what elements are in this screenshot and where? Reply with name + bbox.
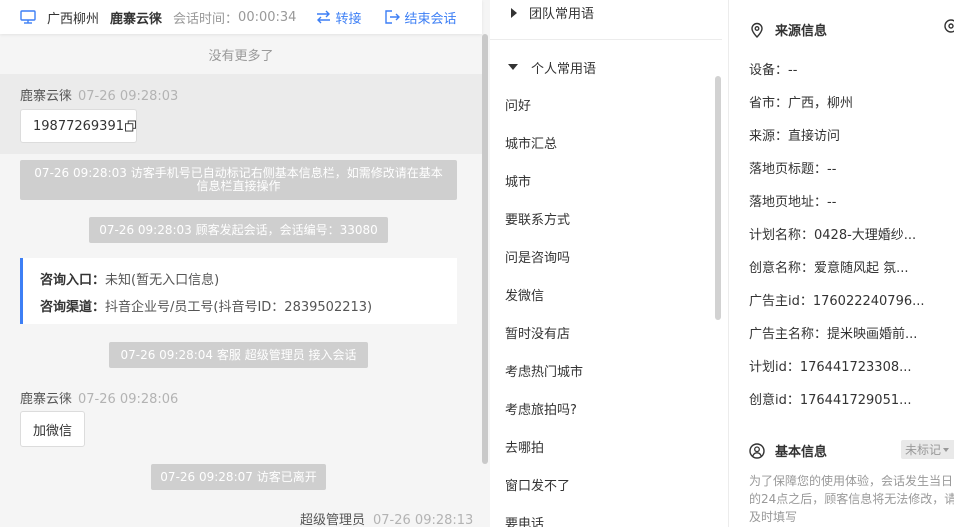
phrase-item[interactable]: 暂时没有店	[505, 323, 570, 342]
phrases-panel: 团队常用语 个人常用语 问好 城市汇总 城市 要联系方式 问是咨询吗 发微信 暂…	[490, 0, 728, 527]
basic-info-note: 为了保障您的使用体验，会话发生当日的24点之后，顾客信息将无法修改，请及时填写	[749, 474, 954, 524]
no-more-messages: 没有更多了	[208, 49, 274, 64]
source-info-title: 来源信息	[775, 24, 828, 39]
source-field: 计划名称：0428-大理婚纱...	[749, 228, 917, 243]
visitor-info-panel: 来源信息 设备：-- 省市：广西，柳州 来源：直接访问 落地页标题：-- 落地页…	[729, 0, 954, 527]
message-time: 07-26 09:28:13	[373, 513, 474, 527]
phrase-item[interactable]: 考虑旅拍吗?	[505, 399, 577, 418]
phrase-item[interactable]: 问是咨询吗	[505, 247, 570, 266]
session-time-value: 00:00:34	[238, 9, 297, 25]
transfer-icon	[317, 10, 331, 24]
sender-name: 鹿寨云徕	[20, 89, 73, 104]
message-time: 07-26 09:28:06	[78, 392, 179, 407]
message-text: 加微信	[33, 423, 73, 439]
system-message: 07-26 09:28:07 访客已离开	[151, 464, 326, 490]
system-message: 07-26 09:28:03 访客手机号已自动标记右侧基本信息栏，如需修改请在基…	[20, 160, 457, 200]
source-field: 创意id：176441729051...	[749, 393, 912, 408]
consult-entry-value: 未知(暂无入口信息)	[105, 273, 220, 288]
phrase-item[interactable]: 发微信	[505, 285, 544, 304]
source-info-header: 来源信息	[749, 20, 827, 39]
phrase-item[interactable]: 窗口发不了	[505, 475, 570, 494]
chat-panel: 广西柳州 鹿寨云徕 会话时间： 00:00:34 转接 结束会话 没有更多了 鹿…	[0, 0, 490, 527]
monitor-icon	[20, 10, 36, 24]
visitor-location: 广西柳州	[47, 11, 100, 27]
basic-info-header: 基本信息	[749, 441, 827, 460]
message-sender: 鹿寨云徕 07-26 09:28:03	[20, 85, 178, 104]
consult-channel-label: 咨询渠道：	[40, 300, 106, 315]
phrase-item[interactable]: 城市	[505, 171, 531, 190]
source-field: 广告主id：176022240796...	[749, 294, 925, 309]
source-field: 落地页标题：--	[749, 162, 837, 177]
message-sender: 鹿寨云徕 07-26 09:28:06	[20, 388, 178, 407]
phrase-item[interactable]: 城市汇总	[505, 133, 557, 152]
system-message: 07-26 09:28:03 顾客发起会话，会话编号：33080	[89, 217, 388, 243]
source-field: 来源：直接访问	[749, 129, 841, 144]
personal-phrases-group[interactable]: 个人常用语	[490, 54, 722, 80]
team-phrases-label: 团队常用语	[529, 7, 595, 22]
chat-scrollbar[interactable]	[482, 34, 488, 464]
basic-info-title: 基本信息	[775, 445, 828, 460]
location-pin-icon	[751, 22, 763, 38]
session-time-label: 会话时间：	[173, 11, 239, 27]
chevron-down-icon	[943, 447, 950, 452]
end-session-label: 结束会话	[404, 11, 457, 27]
phrase-item[interactable]: 要联系方式	[505, 209, 570, 228]
transfer-button[interactable]: 转接	[316, 8, 361, 27]
chat-console: 广西柳州 鹿寨云徕 会话时间： 00:00:34 转接 结束会话 没有更多了 鹿…	[0, 0, 954, 527]
caret-down-icon	[508, 64, 518, 70]
phrases-scrollbar[interactable]	[715, 76, 721, 320]
copy-icon[interactable]	[124, 120, 136, 132]
sender-name: 鹿寨云徕	[20, 392, 73, 407]
chat-header: 广西柳州 鹿寨云徕 会话时间： 00:00:34 转接 结束会话	[0, 0, 482, 34]
phrase-item[interactable]: 要电话	[505, 513, 544, 527]
caret-right-icon	[511, 7, 517, 18]
phone-message-bubble[interactable]: 19877269391	[20, 109, 137, 143]
tag-select[interactable]: 未标记	[901, 440, 954, 459]
source-field: 创意名称：爱意随风起 氛...	[749, 261, 909, 276]
source-field: 设备：--	[749, 63, 798, 78]
message-sender: 超级管理员 07-26 09:28:13	[300, 509, 473, 527]
consult-entry-row: 咨询入口：未知(暂无入口信息)	[40, 269, 219, 288]
consult-entry-label: 咨询入口：	[40, 273, 106, 288]
source-field: 省市：广西，柳州	[749, 96, 854, 111]
phrase-item[interactable]: 考虑热门城市	[505, 361, 583, 380]
settings-icon[interactable]	[943, 18, 954, 34]
phrase-item[interactable]: 问好	[505, 95, 531, 114]
system-message: 07-26 09:28:04 客服 超级管理员 接入会话	[109, 342, 368, 368]
phrase-item[interactable]: 去哪拍	[505, 437, 544, 456]
consult-channel-row: 咨询渠道：抖音企业号/员工号(抖音号ID：2839502213)	[40, 296, 372, 315]
message-text: 19877269391	[33, 118, 124, 134]
transfer-label: 转接	[335, 11, 362, 27]
visitor-name: 鹿寨云徕	[110, 11, 163, 27]
consult-channel-value: 抖音企业号/员工号(抖音号ID：2839502213)	[105, 300, 373, 315]
team-phrases-group[interactable]: 团队常用语	[490, 0, 722, 40]
source-field: 计划id：176441723308...	[749, 360, 912, 375]
personal-phrases-label: 个人常用语	[531, 61, 597, 77]
user-icon	[749, 442, 765, 459]
message-bubble[interactable]: 加微信	[20, 411, 85, 447]
tag-select-value: 未标记	[905, 443, 942, 457]
source-field: 落地页地址：--	[749, 195, 837, 210]
exit-icon	[385, 10, 401, 24]
message-time: 07-26 09:28:03	[78, 89, 179, 104]
consult-info-card: 咨询入口：未知(暂无入口信息) 咨询渠道：抖音企业号/员工号(抖音号ID：283…	[20, 258, 457, 324]
sender-name: 超级管理员	[300, 513, 366, 527]
end-session-button[interactable]: 结束会话	[385, 8, 456, 27]
source-field: 广告主名称：提米映画婚前...	[749, 327, 918, 342]
